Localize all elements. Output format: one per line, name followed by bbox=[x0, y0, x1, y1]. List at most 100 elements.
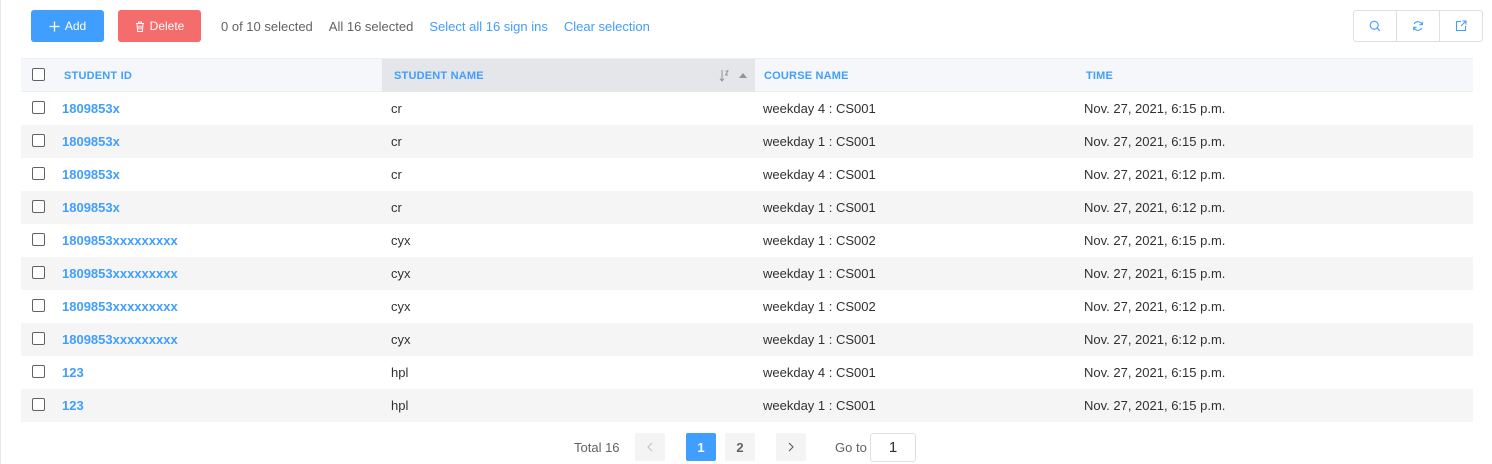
selection-count: 0 of 10 selected bbox=[221, 18, 313, 34]
course-name-cell: weekday 1 : CS001 bbox=[763, 266, 876, 281]
time-cell: Nov. 27, 2021, 6:15 p.m. bbox=[1084, 398, 1226, 413]
row-checkbox[interactable] bbox=[32, 332, 45, 345]
table-body: 1809853x cr weekday 4 : CS001 Nov. 27, 2021… bbox=[21, 92, 1473, 422]
trash-icon bbox=[135, 21, 144, 32]
table-row: 1809853x cr weekday 4 : CS001 Nov. 27, 2021… bbox=[21, 92, 1473, 125]
select-all-checkbox[interactable] bbox=[32, 68, 45, 81]
column-student-id[interactable]: STUDENT ID bbox=[64, 59, 382, 92]
time-cell: Nov. 27, 2021, 6:12 p.m. bbox=[1084, 299, 1226, 314]
column-time[interactable]: TIME bbox=[1086, 59, 1471, 92]
search-icon bbox=[1369, 20, 1381, 32]
table-row: 1809853xxxxxxxxx cyx weekday 1 : CS002 Nov.… bbox=[21, 290, 1473, 323]
time-cell: Nov. 27, 2021, 6:15 p.m. bbox=[1084, 365, 1226, 380]
table-row: 1809853x cr weekday 1 : CS001 Nov. 27, 2021… bbox=[21, 191, 1473, 224]
student-id-link[interactable]: 1809853xxxxxxxxx bbox=[62, 224, 178, 257]
search-button[interactable] bbox=[1354, 11, 1397, 41]
student-name-cell: cr bbox=[391, 200, 402, 215]
row-checkbox[interactable] bbox=[32, 266, 45, 279]
table-row: 1809853xxxxxxxxx cyx weekday 1 : CS001 Nov.… bbox=[21, 257, 1473, 290]
student-id-link[interactable]: 1809853xxxxxxxxx bbox=[62, 323, 178, 356]
export-button[interactable] bbox=[1440, 11, 1482, 41]
student-name-cell: cyx bbox=[391, 266, 411, 281]
next-page-button[interactable] bbox=[776, 433, 806, 461]
row-checkbox[interactable] bbox=[32, 134, 45, 147]
time-cell: Nov. 27, 2021, 6:15 p.m. bbox=[1084, 134, 1226, 149]
course-name-cell: weekday 4 : CS001 bbox=[763, 365, 876, 380]
row-checkbox[interactable] bbox=[32, 299, 45, 312]
goto-page-input[interactable] bbox=[870, 433, 916, 462]
column-label: TIME bbox=[1086, 69, 1114, 82]
sort-asc-icon bbox=[739, 73, 747, 78]
table-row: 1809853xxxxxxxxx cyx weekday 1 : CS002 Nov.… bbox=[21, 224, 1473, 257]
clear-selection-link[interactable]: Clear selection bbox=[564, 19, 650, 34]
chevron-right-icon bbox=[788, 442, 794, 452]
student-id-link[interactable]: 1809853x bbox=[62, 158, 120, 191]
total-count: Total 16 bbox=[574, 439, 620, 455]
export-icon bbox=[1455, 20, 1467, 32]
table-tools bbox=[1353, 10, 1483, 42]
column-label: COURSE NAME bbox=[764, 69, 849, 82]
page-1-button[interactable]: 1 bbox=[686, 433, 716, 461]
student-id-link[interactable]: 1809853xxxxxxxxx bbox=[62, 290, 178, 323]
column-label: STUDENT NAME bbox=[394, 69, 484, 82]
refresh-button[interactable] bbox=[1397, 11, 1440, 41]
student-name-cell: hpl bbox=[391, 365, 409, 380]
course-name-cell: weekday 1 : CS001 bbox=[763, 332, 876, 347]
student-name-cell: cr bbox=[391, 167, 402, 182]
column-student-name[interactable]: STUDENT NAME bbox=[382, 59, 755, 92]
student-id-link[interactable]: 123 bbox=[62, 389, 84, 422]
table-row: 1809853x cr weekday 1 : CS001 Nov. 27, 2021… bbox=[21, 125, 1473, 158]
column-course-name[interactable]: COURSE NAME bbox=[764, 59, 1084, 92]
refresh-icon bbox=[1413, 21, 1423, 31]
student-name-cell: cr bbox=[391, 101, 402, 116]
sign-in-table: STUDENT ID STUDENT NAME COURSE NAME TIME… bbox=[21, 58, 1473, 422]
course-name-cell: weekday 1 : CS001 bbox=[763, 200, 876, 215]
delete-button[interactable]: Delete bbox=[118, 10, 201, 42]
all-selected-text: All 16 selected bbox=[328, 18, 414, 34]
row-checkbox[interactable] bbox=[32, 167, 45, 180]
course-name-cell: weekday 4 : CS001 bbox=[763, 167, 876, 182]
page-2-button[interactable]: 2 bbox=[725, 433, 755, 461]
goto-label: Go to bbox=[835, 439, 867, 455]
time-cell: Nov. 27, 2021, 6:12 p.m. bbox=[1084, 167, 1226, 182]
toolbar: Add Delete 0 of 10 selected All 16 selec… bbox=[31, 10, 650, 42]
course-name-cell: weekday 4 : CS001 bbox=[763, 101, 876, 116]
add-button[interactable]: Add bbox=[31, 10, 104, 42]
table-row: 123 hpl weekday 1 : CS001 Nov. 27, 2021, 6:… bbox=[21, 389, 1473, 422]
student-name-cell: cyx bbox=[391, 233, 411, 248]
course-name-cell: weekday 1 : CS001 bbox=[763, 134, 876, 149]
table-header: STUDENT ID STUDENT NAME COURSE NAME TIME bbox=[21, 58, 1473, 92]
row-checkbox[interactable] bbox=[32, 101, 45, 114]
student-id-link[interactable]: 1809853x bbox=[62, 92, 120, 125]
chevron-left-icon bbox=[647, 442, 653, 452]
row-checkbox[interactable] bbox=[32, 365, 45, 378]
course-name-cell: weekday 1 : CS001 bbox=[763, 398, 876, 413]
row-checkbox[interactable] bbox=[32, 398, 45, 411]
student-name-cell: hpl bbox=[391, 398, 409, 413]
time-cell: Nov. 27, 2021, 6:15 p.m. bbox=[1084, 101, 1226, 116]
delete-button-label: Delete bbox=[149, 19, 185, 33]
sort-order-icon bbox=[719, 70, 729, 82]
course-name-cell: weekday 1 : CS002 bbox=[763, 299, 876, 314]
table-row: 123 hpl weekday 4 : CS001 Nov. 27, 2021, 6:… bbox=[21, 356, 1473, 389]
time-cell: Nov. 27, 2021, 6:12 p.m. bbox=[1084, 200, 1226, 215]
student-name-cell: cyx bbox=[391, 332, 411, 347]
page-left-border bbox=[0, 0, 1, 464]
prev-page-button[interactable] bbox=[635, 433, 665, 461]
student-name-cell: cyx bbox=[391, 299, 411, 314]
row-checkbox[interactable] bbox=[32, 200, 45, 213]
plus-icon bbox=[49, 21, 60, 31]
student-id-link[interactable]: 1809853xxxxxxxxx bbox=[62, 257, 178, 290]
course-name-cell: weekday 1 : CS002 bbox=[763, 233, 876, 248]
row-checkbox[interactable] bbox=[32, 233, 45, 246]
select-all-link[interactable]: Select all 16 sign ins bbox=[429, 19, 548, 34]
student-name-cell: cr bbox=[391, 134, 402, 149]
time-cell: Nov. 27, 2021, 6:12 p.m. bbox=[1084, 332, 1226, 347]
time-cell: Nov. 27, 2021, 6:15 p.m. bbox=[1084, 233, 1226, 248]
student-id-link[interactable]: 1809853x bbox=[62, 125, 120, 158]
table-row: 1809853xxxxxxxxx cyx weekday 1 : CS001 Nov.… bbox=[21, 323, 1473, 356]
add-button-label: Add bbox=[64, 19, 87, 33]
student-id-link[interactable]: 1809853x bbox=[62, 191, 120, 224]
column-label: STUDENT ID bbox=[64, 69, 132, 82]
student-id-link[interactable]: 123 bbox=[62, 356, 84, 389]
